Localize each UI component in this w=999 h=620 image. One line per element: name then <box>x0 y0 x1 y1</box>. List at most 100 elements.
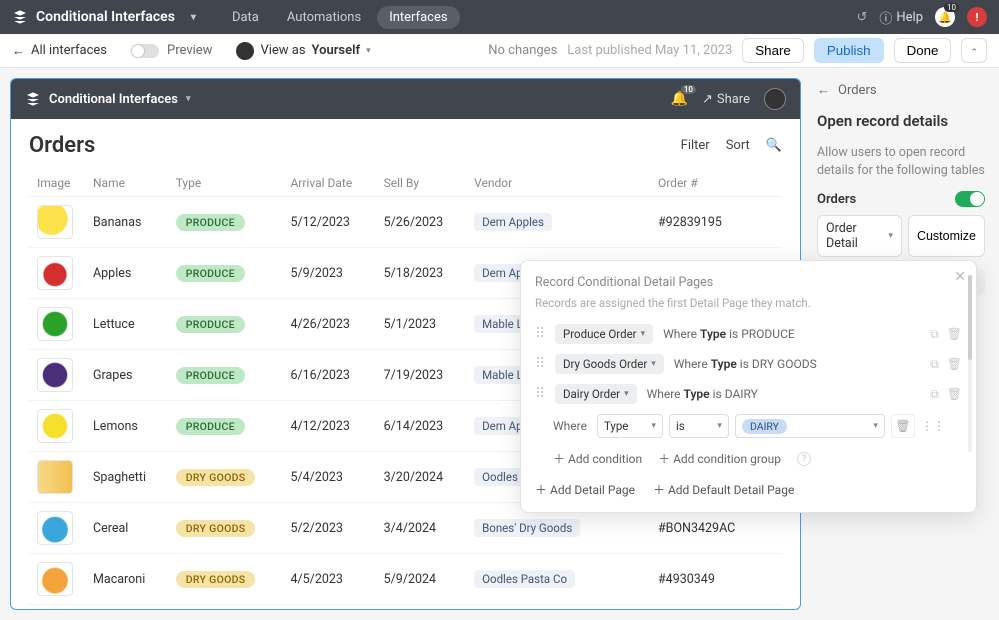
column-header[interactable]: Name <box>85 170 168 197</box>
type-pill: PRODUCE <box>176 316 245 333</box>
close-icon[interactable]: ✕ <box>954 269 966 285</box>
view-as-selector[interactable]: View as Yourself ▾ <box>236 42 370 60</box>
more-button[interactable]: ⌃ <box>961 38 987 63</box>
top-tabs: Data Automations Interfaces <box>220 6 460 29</box>
arrow-left-icon: ← <box>817 82 830 98</box>
chevron-down-icon: ▾ <box>651 359 656 369</box>
search-icon[interactable]: 🔍 <box>766 138 782 153</box>
page-title: Orders <box>29 133 95 158</box>
notif-badge: 10 <box>681 85 696 94</box>
delete-icon[interactable]: 🗑 <box>947 327 962 342</box>
add-condition-group-link[interactable]: ＋ Add condition group <box>658 450 781 467</box>
record-thumbnail <box>37 256 73 290</box>
table-row[interactable]: BananasPRODUCE5/12/20235/26/2023Dem Appl… <box>29 197 782 248</box>
orders-toggle[interactable] <box>955 191 985 207</box>
field-select[interactable]: Type▾ <box>597 414 663 438</box>
add-detail-page-link[interactable]: ＋ Add Detail Page <box>535 481 635 498</box>
drag-handle[interactable]: ⋮⋮ <box>921 414 945 438</box>
share-button[interactable]: Share <box>742 38 804 63</box>
cell-sellby: 5/1/2023 <box>376 299 466 350</box>
help-link[interactable]: ⓘ Help <box>879 8 923 27</box>
detail-page-select[interactable]: Order Detail ▾ <box>817 215 902 257</box>
chevron-down-icon: ▾ <box>651 421 656 431</box>
cell-sellby: 7/19/2023 <box>376 350 466 401</box>
cell-arrival: 6/23/2023 <box>282 605 375 610</box>
preview-share-button[interactable]: ↗ Share <box>702 92 750 107</box>
publish-button[interactable]: Publish <box>814 38 884 63</box>
tab-interfaces[interactable]: Interfaces <box>377 6 459 29</box>
popover-title: Record Conditional Detail Pages <box>535 275 962 290</box>
chevron-down-icon[interactable]: ▾ <box>186 94 191 104</box>
cell-arrival: 5/4/2023 <box>282 452 375 503</box>
chevron-down-icon: ▾ <box>366 46 371 56</box>
duplicate-icon[interactable]: ⧉ <box>930 327 939 342</box>
crumb-label: Orders <box>838 83 877 98</box>
cell-arrival: 5/2/2023 <box>282 503 375 554</box>
help-icon: ⓘ <box>879 8 892 27</box>
drag-handle-icon[interactable]: ⠿ <box>535 326 545 342</box>
cell-arrival: 5/12/2023 <box>282 197 375 248</box>
operator-select[interactable]: is▾ <box>669 414 729 438</box>
column-header[interactable]: Sell By <box>376 170 466 197</box>
table-row[interactable]: MacaroniDRY GOODS4/5/20235/9/2024Oodles … <box>29 554 782 605</box>
type-pill: PRODUCE <box>176 418 245 435</box>
table-row[interactable]: FlourDRY GOODS6/23/20237/24/2024Tulip Fl… <box>29 605 782 610</box>
cell-sellby: 7/24/2024 <box>376 605 466 610</box>
cell-sellby: 3/20/2024 <box>376 452 466 503</box>
duplicate-icon[interactable]: ⧉ <box>930 387 939 402</box>
last-published: Last published May 11, 2023 <box>567 43 732 58</box>
info-icon[interactable]: ? <box>797 452 811 466</box>
vendor-chip: Oodles Pasta Co <box>474 570 575 588</box>
done-button[interactable]: Done <box>894 38 952 63</box>
drag-handle-icon[interactable]: ⠿ <box>535 386 545 402</box>
type-pill: DRY GOODS <box>176 520 256 537</box>
filter-button[interactable]: Filter <box>681 138 710 153</box>
panel-breadcrumb[interactable]: ← Orders <box>817 82 985 98</box>
column-header[interactable]: Order # <box>650 170 782 197</box>
tab-data[interactable]: Data <box>220 6 271 29</box>
column-header[interactable]: Vendor <box>466 170 650 197</box>
sort-button[interactable]: Sort <box>726 138 750 153</box>
detail-page-chip[interactable]: Dairy Order ▾ <box>555 384 637 404</box>
preview-switch[interactable] <box>131 44 159 58</box>
back-label: All interfaces <box>31 43 107 58</box>
drag-handle-icon[interactable]: ⠿ <box>535 356 545 372</box>
column-header[interactable]: Image <box>29 170 85 197</box>
panel-title: Open record details <box>817 112 985 130</box>
panel-description: Allow users to open record details for t… <box>817 144 985 179</box>
add-condition-link[interactable]: ＋ Add condition <box>553 450 642 467</box>
delete-icon[interactable]: 🗑 <box>947 387 962 402</box>
cell-order: #92839195 <box>650 197 782 248</box>
record-thumbnail <box>37 562 73 596</box>
chevron-down-icon: ▾ <box>717 421 722 431</box>
cell-name: Lettuce <box>85 299 168 350</box>
value-select[interactable]: DAIRY▾ <box>735 414 885 438</box>
tab-automations[interactable]: Automations <box>275 6 373 29</box>
workspace-title[interactable]: Conditional Interfaces ▾ <box>12 9 204 25</box>
preview-header: Conditional Interfaces ▾ 🔔 10 ↗ Share <box>11 79 800 119</box>
scrollbar[interactable] <box>968 275 972 452</box>
record-thumbnail <box>37 511 73 545</box>
detail-page-chip[interactable]: Dry Goods Order ▾ <box>555 354 664 374</box>
cell-sellby: 5/26/2023 <box>376 197 466 248</box>
record-thumbnail <box>37 358 73 392</box>
duplicate-icon[interactable]: ⧉ <box>930 357 939 372</box>
grip-icon: ⋮⋮ <box>921 419 945 433</box>
preview-avatar[interactable] <box>764 88 786 110</box>
record-thumbnail <box>37 460 73 494</box>
user-avatar[interactable]: ! <box>967 7 987 27</box>
cell-name: Grapes <box>85 350 168 401</box>
cell-arrival: 4/12/2023 <box>282 401 375 452</box>
column-header[interactable]: Type <box>168 170 283 197</box>
back-all-interfaces[interactable]: ← All interfaces <box>12 43 107 59</box>
customize-button[interactable]: Customize <box>908 215 985 257</box>
preview-notifications[interactable]: 🔔 10 <box>671 91 688 107</box>
add-default-detail-page-link[interactable]: ＋ Add Default Detail Page <box>653 481 794 498</box>
delete-icon[interactable]: 🗑 <box>947 357 962 372</box>
share-label: Share <box>717 92 750 107</box>
detail-page-chip[interactable]: Produce Order ▾ <box>555 324 653 344</box>
delete-condition-button[interactable]: 🗑 <box>891 414 915 438</box>
column-header[interactable]: Arrival Date <box>282 170 375 197</box>
notifications-button[interactable]: 🔔 10 <box>935 7 955 27</box>
history-icon[interactable]: ↺ <box>856 10 867 25</box>
